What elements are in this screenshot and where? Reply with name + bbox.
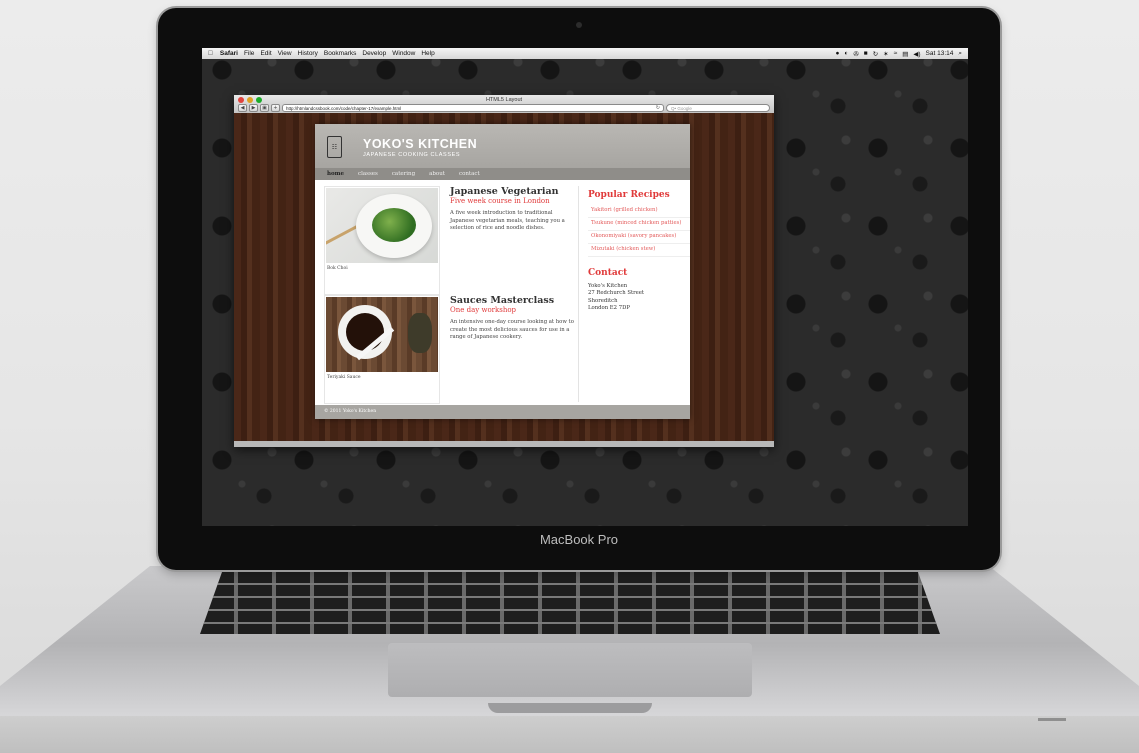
keyboard-input-icon[interactable]: ▤ — [902, 50, 908, 58]
nav-home[interactable]: home — [327, 171, 344, 177]
menu-view[interactable]: View — [278, 50, 292, 57]
safari-window: HTML5 Layout ◀ ▶ ▣ + http://htmlandcssbo… — [234, 95, 774, 447]
volume-icon[interactable]: ◀) — [913, 50, 920, 58]
address-bar[interactable]: http://htmlandcssbook.com/code/chapter-1… — [282, 103, 664, 112]
menu-safari[interactable]: Safari — [220, 50, 238, 57]
status-bluetooth-icon[interactable]: ✇ — [853, 50, 858, 58]
article-title: Sauces Masterclass — [450, 295, 555, 306]
article-subtitle: One day workshop — [450, 306, 517, 314]
os-menubar:  Safari File Edit View History Bookmark… — [202, 48, 968, 59]
menu-bookmarks[interactable]: Bookmarks — [324, 50, 357, 57]
sidebar: Popular Recipes Yakitori (grilled chicke… — [578, 186, 690, 402]
add-bookmark-button[interactable]: + — [271, 103, 280, 112]
browser-toolbar: ◀ ▶ ▣ + http://htmlandcssbook.com/code/c… — [238, 103, 770, 112]
menubar-status-area: ● ◐ ✇ ■ ↻ ✶ ≈ ▤ ◀) Sat 13:14 ⌕ — [835, 50, 968, 58]
site-footer: © 2011 Yoko's Kitchen — [315, 405, 690, 419]
recipe-link-okonomiyaki[interactable]: Okonomiyaki (savory pancakes) — [588, 231, 690, 244]
figure-teriyaki-sauce: Teriyaki Sauce — [324, 295, 440, 404]
contact-heading: Contact — [588, 268, 628, 278]
site-logo-icon[interactable]: ☷ — [327, 136, 342, 158]
status-display-icon[interactable]: ■ — [864, 50, 868, 57]
window-titlebar[interactable]: HTML5 Layout ◀ ▶ ▣ + http://htmlandcssbo… — [234, 95, 774, 113]
keyboard-rows — [200, 572, 940, 634]
address-line: London E2 7DP — [588, 304, 630, 311]
forward-button[interactable]: ▶ — [249, 103, 258, 112]
article-text: Japanese Vegetarian Five week course in … — [450, 186, 576, 295]
status-timemachine-icon[interactable]: ↻ — [873, 50, 878, 58]
trackpad — [388, 643, 752, 697]
nav-about[interactable]: about — [429, 171, 445, 177]
website-page: ☷ YOKO'S KITCHEN JAPANESE COOKING CLASSE… — [315, 124, 690, 419]
status-dropbox-icon[interactable]: ● — [835, 50, 839, 57]
figure-bok-choi: Bok Choi — [324, 186, 440, 295]
tea-leaves — [408, 313, 432, 353]
url-text: http://htmlandcssbook.com/code/chapter-1… — [286, 105, 402, 111]
sauce — [346, 313, 384, 351]
recipe-link-yakitori[interactable]: Yakitori (grilled chicken) — [588, 205, 690, 218]
back-button[interactable]: ◀ — [238, 103, 247, 112]
status-app-icon[interactable]: ◐ — [844, 50, 848, 57]
article-body: An intensive one-day course looking at h… — [450, 319, 574, 340]
article-sauces-masterclass: Teriyaki Sauce Sauces Masterclass One da… — [324, 295, 576, 404]
menu-develop[interactable]: Develop — [362, 50, 386, 57]
spotlight-icon[interactable]: ⌕ — [958, 50, 962, 58]
wifi-icon[interactable]: ≈ — [894, 50, 898, 57]
recipe-link-mizutaki[interactable]: Mizutaki (chicken stew) — [588, 244, 690, 257]
search-input[interactable]: Q• Google — [666, 103, 770, 112]
sleep-indicator — [1038, 718, 1066, 721]
bok-choi-photo — [326, 188, 438, 263]
nav-contact[interactable]: contact — [459, 171, 480, 177]
menu-file[interactable]: File — [244, 50, 254, 57]
nav-classes[interactable]: classes — [358, 171, 378, 177]
menu-edit[interactable]: Edit — [260, 50, 271, 57]
share-button[interactable]: ▣ — [260, 103, 269, 112]
site-title: YOKO'S KITCHEN — [363, 137, 478, 151]
address-line: 27 Redchurch Street — [588, 290, 645, 297]
greens — [372, 208, 416, 242]
article-body: A five week introduction to traditional … — [450, 210, 565, 231]
site-tagline: JAPANESE COOKING CLASSES — [363, 152, 461, 158]
teriyaki-sauce-photo — [326, 297, 438, 372]
figure-caption: Bok Choi — [327, 266, 348, 271]
camera-icon — [576, 22, 582, 28]
menubar-clock[interactable]: Sat 13:14 — [926, 50, 954, 57]
status-bluetooth2-icon[interactable]: ✶ — [883, 50, 888, 58]
menu-window[interactable]: Window — [392, 50, 415, 57]
popular-recipes-heading: Popular Recipes — [588, 190, 670, 200]
article-japanese-vegetarian: Bok Choi Japanese Vegetarian Five week c… — [324, 186, 576, 295]
address-line: Shoreditch — [588, 297, 618, 304]
laptop-brand-label: MacBook Pro — [539, 532, 619, 547]
laptop-lid: MacBook Pro  Safari File Edit View Hist… — [158, 8, 1000, 570]
menu-history[interactable]: History — [298, 50, 318, 57]
article-text: Sauces Masterclass One day workshop An i… — [450, 295, 576, 404]
main-content: Bok Choi Japanese Vegetarian Five week c… — [324, 186, 576, 404]
site-header: ☷ YOKO'S KITCHEN JAPANESE COOKING CLASSE… — [315, 124, 690, 168]
address-line: Yoko's Kitchen — [588, 283, 628, 289]
article-title: Japanese Vegetarian — [450, 186, 559, 197]
nav-catering[interactable]: catering — [392, 171, 415, 177]
figure-caption: Teriyaki Sauce — [327, 375, 361, 380]
desktop-screen:  Safari File Edit View History Bookmark… — [202, 48, 968, 526]
lid-opening-notch — [488, 703, 652, 713]
browser-viewport: ☷ YOKO'S KITCHEN JAPANESE COOKING CLASSE… — [234, 113, 774, 441]
article-subtitle: Five week course in London — [450, 197, 550, 205]
browser-status-bar — [234, 441, 774, 447]
apple-menu-icon[interactable]:  — [208, 50, 213, 57]
recipe-link-tsukune[interactable]: Tsukune (minced chicken patties) — [588, 218, 690, 231]
reload-icon[interactable]: ↻ — [656, 105, 660, 112]
menu-help[interactable]: Help — [421, 50, 434, 57]
site-navigation: home classes catering about contact — [315, 168, 690, 180]
